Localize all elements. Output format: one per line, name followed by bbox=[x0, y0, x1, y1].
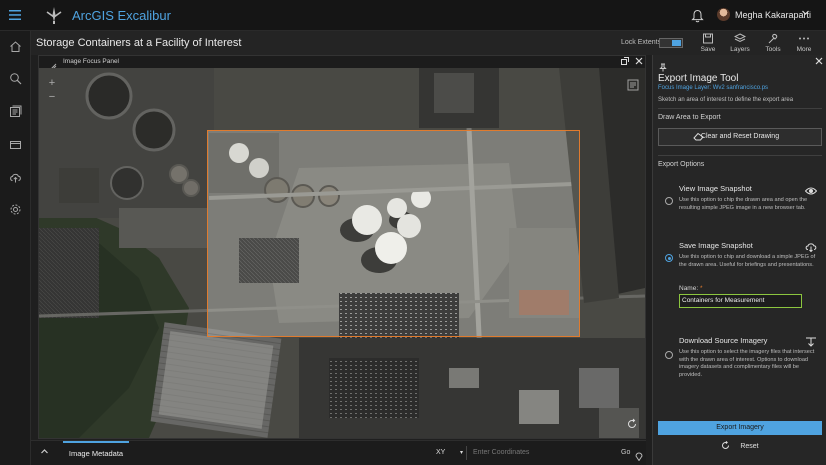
save-tool-button[interactable]: Save bbox=[693, 33, 723, 53]
excalibur-logo-icon bbox=[44, 5, 64, 25]
tab-image-metadata[interactable]: Image Metadata bbox=[63, 441, 129, 465]
user-name[interactable]: Megha Kakaraparti bbox=[735, 10, 811, 20]
pin-icon[interactable] bbox=[659, 59, 667, 72]
panel-title: Image Focus Panel bbox=[63, 58, 120, 65]
divider bbox=[658, 155, 822, 156]
layers-icon bbox=[733, 33, 747, 44]
name-field-label: Name: * bbox=[679, 285, 703, 292]
layers-tool-button[interactable]: Layers bbox=[725, 33, 755, 53]
drag-grip-icon[interactable] bbox=[49, 58, 57, 71]
option-view-snapshot-radio[interactable] bbox=[665, 197, 673, 205]
chevron-up-icon[interactable] bbox=[40, 447, 49, 458]
save-icon bbox=[702, 33, 714, 44]
eye-icon bbox=[804, 183, 818, 195]
popout-icon[interactable] bbox=[621, 57, 629, 68]
zoom-in-button[interactable]: + bbox=[45, 76, 59, 90]
reset-label: Reset bbox=[740, 443, 759, 450]
coordinate-system-value: XY bbox=[436, 449, 446, 456]
more-icon bbox=[798, 33, 810, 44]
chevron-down-icon[interactable] bbox=[801, 8, 810, 19]
option-download-source-desc: Use this option to select the imagery fi… bbox=[679, 349, 815, 378]
app-title: ArcGIS Excalibur bbox=[72, 8, 171, 23]
panel-header: Image Focus Panel bbox=[39, 56, 645, 71]
tools-icon bbox=[767, 33, 779, 44]
clear-reset-drawing-button[interactable]: Clear and Reset Drawing bbox=[658, 128, 822, 146]
search-icon[interactable] bbox=[9, 72, 22, 85]
folder-icon[interactable] bbox=[9, 138, 22, 151]
option-view-snapshot-title[interactable]: View Image Snapshot bbox=[679, 184, 752, 193]
top-header: ArcGIS Excalibur Megha Kakaraparti bbox=[0, 0, 826, 31]
bottom-bar: Image Metadata XY ▾ Enter Coordinates Go bbox=[31, 440, 646, 465]
option-download-source-radio[interactable] bbox=[665, 351, 673, 359]
lock-extents-label: Lock Extents bbox=[621, 39, 662, 46]
more-tool-label: More bbox=[796, 46, 812, 53]
reset-icon bbox=[721, 440, 730, 450]
lock-extents-toggle[interactable] bbox=[659, 38, 683, 48]
option-save-snapshot-radio[interactable] bbox=[665, 254, 673, 262]
page-title: Storage Containers at a Facility of Inte… bbox=[36, 37, 242, 49]
cloud-download-icon bbox=[805, 239, 817, 253]
image-focus-panel: Image Focus Panel + − bbox=[38, 55, 646, 439]
download-icon bbox=[805, 334, 817, 347]
option-save-snapshot-title[interactable]: Save Image Snapshot bbox=[679, 241, 753, 250]
eraser-icon bbox=[693, 132, 705, 141]
options-section-label: Export Options bbox=[658, 161, 705, 168]
rotate-icon[interactable] bbox=[625, 418, 639, 432]
option-save-snapshot-desc: Use this option to chip and download a s… bbox=[679, 254, 816, 268]
coordinate-system-select[interactable]: XY ▾ bbox=[433, 446, 467, 460]
app-window: ArcGIS Excalibur Megha Kakaraparti Stora… bbox=[0, 0, 826, 465]
home-icon[interactable] bbox=[9, 40, 22, 53]
tools-tool-label: Tools bbox=[765, 46, 781, 53]
tools-tool-button[interactable]: Tools bbox=[758, 33, 788, 53]
menu-icon[interactable] bbox=[8, 8, 22, 22]
divider bbox=[658, 108, 822, 109]
bell-icon[interactable] bbox=[691, 9, 704, 23]
more-tool-button[interactable]: More bbox=[789, 33, 819, 53]
panel-hint: Sketch an area of interest to define the… bbox=[658, 97, 794, 103]
map-layers-icon[interactable] bbox=[627, 78, 639, 91]
zoom-control: + − bbox=[45, 76, 59, 106]
draw-section-label: Draw Area to Export bbox=[658, 114, 721, 121]
focus-layer-link[interactable]: Focus Image Layer: Wv2 sanfrancisco.ps bbox=[658, 85, 768, 91]
upload-icon[interactable] bbox=[9, 171, 22, 184]
export-imagery-button[interactable]: Export Imagery bbox=[658, 421, 822, 435]
save-tool-label: Save bbox=[700, 46, 716, 53]
panel-title: Export Image Tool bbox=[658, 73, 739, 84]
name-input[interactable]: Containers for Measurement bbox=[679, 294, 802, 308]
left-nav-rail bbox=[0, 31, 31, 465]
go-button[interactable]: Go bbox=[621, 446, 630, 460]
layers-tool-label: Layers bbox=[730, 46, 750, 53]
library-icon[interactable] bbox=[9, 105, 22, 118]
coordinate-input[interactable]: Enter Coordinates bbox=[469, 446, 619, 460]
toggle-knob bbox=[672, 40, 681, 46]
option-view-snapshot-desc: Use this option to chip the drawn area a… bbox=[679, 197, 808, 211]
chevron-down-icon: ▾ bbox=[459, 450, 463, 456]
satellite-imagery-map[interactable]: + − bbox=[39, 68, 645, 438]
location-pin-icon[interactable] bbox=[635, 448, 643, 462]
clear-button-label: Clear and Reset Drawing bbox=[700, 133, 780, 140]
close-icon[interactable] bbox=[815, 57, 823, 67]
export-area-selection[interactable] bbox=[207, 130, 580, 337]
option-download-source-title[interactable]: Download Source Imagery bbox=[679, 336, 767, 345]
export-image-panel: Export Image Tool Focus Image Layer: Wv2… bbox=[652, 55, 826, 465]
reset-button[interactable]: Reset bbox=[658, 440, 822, 454]
zoom-out-button[interactable]: − bbox=[45, 90, 59, 104]
settings-icon[interactable] bbox=[9, 203, 22, 216]
close-icon[interactable] bbox=[635, 57, 643, 68]
required-marker: * bbox=[699, 285, 703, 292]
page-title-bar: Storage Containers at a Facility of Inte… bbox=[31, 31, 826, 55]
avatar[interactable] bbox=[717, 8, 730, 21]
name-label-text: Name: bbox=[679, 285, 699, 292]
